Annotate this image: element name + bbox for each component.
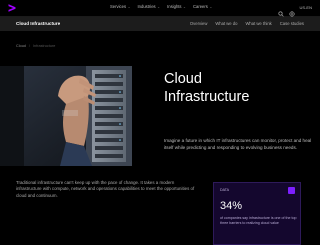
accenture-logo-icon[interactable] xyxy=(7,3,17,13)
search-icon[interactable] xyxy=(278,4,284,17)
breadcrumb: Cloud / Infrastructure xyxy=(16,44,55,48)
section-link-overview[interactable]: Overview xyxy=(190,21,207,26)
intro-paragraph: Traditional infrastructure can't keep up… xyxy=(16,180,195,198)
utility-nav: US-EN xyxy=(278,4,312,17)
stat-description: of companies say infrastructure is one o… xyxy=(220,216,297,225)
page-title-line: Infrastructure xyxy=(164,89,250,105)
chevron-down-icon: ⌄ xyxy=(157,4,161,9)
nav-item-services[interactable]: Services ⌄ xyxy=(110,4,131,9)
nav-item-industries[interactable]: Industries ⌄ xyxy=(138,4,161,9)
nav-item-label: Services xyxy=(110,4,127,9)
nav-item-label: Careers xyxy=(192,4,208,9)
chevron-down-icon: ⌄ xyxy=(209,4,213,9)
globe-icon[interactable] xyxy=(288,4,295,17)
secondary-navigation-bar: Cloud Infrastructure Overview What we do… xyxy=(0,17,320,31)
top-navigation-bar: Services ⌄ Industries ⌄ Insights ⌄ Careers ⌄… xyxy=(0,0,320,17)
page-title: Cloud Infrastructure xyxy=(164,70,314,106)
section-link-case-studies[interactable]: Case studies xyxy=(280,21,304,26)
stat-badge-icon xyxy=(288,187,295,194)
hero-description: Imagine a future in which IT infrastruct… xyxy=(164,138,312,150)
stat-card[interactable]: DATA 34% of companies say infrastructure… xyxy=(213,182,301,245)
chevron-down-icon: ⌄ xyxy=(183,4,186,9)
section-link-what-we-do[interactable]: What we do xyxy=(215,21,237,26)
section-title[interactable]: Cloud Infrastructure xyxy=(16,21,60,26)
breadcrumb-current: Infrastructure xyxy=(32,44,56,48)
stat-tag: DATA xyxy=(220,188,230,192)
chevron-down-icon: ⌄ xyxy=(127,4,131,9)
locale-selector[interactable]: US-EN xyxy=(300,5,312,10)
breadcrumb-separator: / xyxy=(28,44,30,48)
section-nav: Overview What we do What we think Case s… xyxy=(190,21,304,26)
nav-item-label: Insights xyxy=(167,4,182,9)
breadcrumb-link[interactable]: Cloud xyxy=(16,44,26,48)
nav-item-careers[interactable]: Careers ⌄ xyxy=(193,4,212,9)
stat-value: 34% xyxy=(220,200,243,212)
section-link-what-we-think[interactable]: What we think xyxy=(245,21,271,26)
nav-item-insights[interactable]: Insights ⌄ xyxy=(167,4,186,9)
page-title-line: Cloud xyxy=(164,71,202,87)
nav-item-label: Industries xyxy=(137,4,156,9)
hero-image xyxy=(0,66,132,166)
primary-nav: Services ⌄ Industries ⌄ Insights ⌄ Careers ⌄ xyxy=(110,4,212,9)
